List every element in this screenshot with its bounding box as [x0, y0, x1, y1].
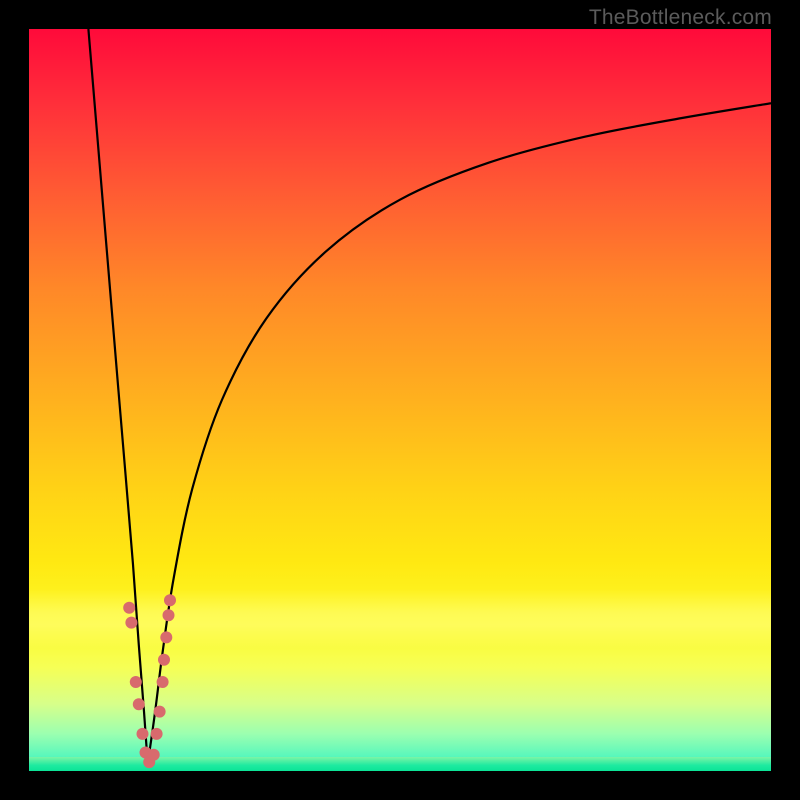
- chart-marker: [125, 617, 137, 629]
- chart-marker: [151, 728, 163, 740]
- chart-marker: [157, 676, 169, 688]
- curve-left-branch: [88, 29, 147, 764]
- chart-marker: [163, 609, 175, 621]
- chart-marker: [160, 631, 172, 643]
- chart-marker: [130, 676, 142, 688]
- curve-right-branch: [148, 103, 771, 763]
- chart-frame: TheBottleneck.com: [0, 0, 800, 800]
- chart-svg: [29, 29, 771, 771]
- chart-marker: [154, 706, 166, 718]
- chart-marker: [133, 698, 145, 710]
- chart-marker: [123, 602, 135, 614]
- chart-marker: [148, 749, 160, 761]
- chart-markers: [123, 594, 176, 768]
- watermark-label: TheBottleneck.com: [589, 6, 772, 30]
- chart-marker: [137, 728, 149, 740]
- chart-plot-area: [29, 29, 771, 771]
- chart-marker: [158, 654, 170, 666]
- chart-marker: [164, 594, 176, 606]
